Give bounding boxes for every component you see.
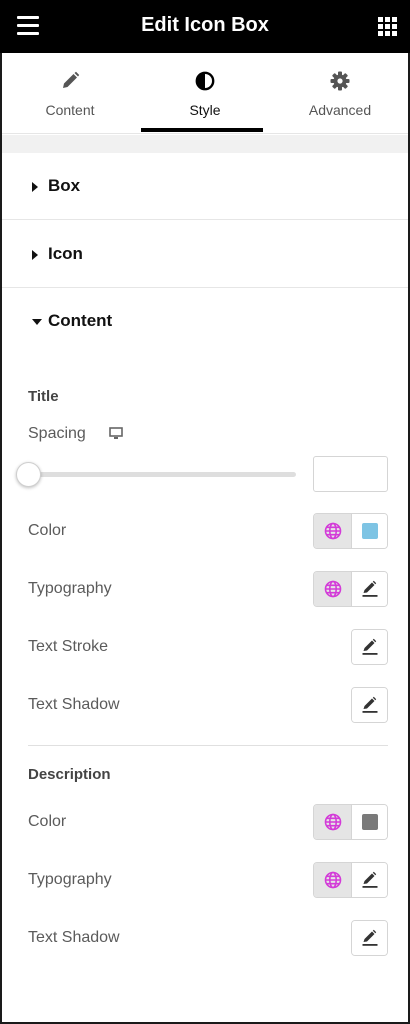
section-box[interactable]: Box <box>2 154 408 220</box>
spacing-slider-handle[interactable] <box>16 462 41 487</box>
description-group-heading: Description <box>28 766 111 783</box>
title-group-heading: Title <box>28 388 59 405</box>
edit-typography-button[interactable] <box>351 863 387 897</box>
global-colors-button[interactable] <box>314 514 351 548</box>
panel-title: Edit Icon Box <box>141 14 269 36</box>
contrast-icon <box>195 71 215 91</box>
tab-style[interactable]: Style <box>137 53 273 134</box>
grid-icon[interactable] <box>378 17 397 36</box>
description-color-picker[interactable] <box>351 805 387 839</box>
tab-label: Content <box>45 102 95 118</box>
title-color-label: Color <box>28 522 67 539</box>
edit-text-shadow-button[interactable] <box>352 688 387 722</box>
pencil-icon <box>63 71 80 88</box>
tab-label: Advanced <box>308 102 372 118</box>
globe-icon <box>324 871 341 889</box>
section-title: Content <box>48 311 113 330</box>
tab-content[interactable]: Content <box>2 53 138 134</box>
title-color-control <box>313 513 388 549</box>
top-bar: Edit Icon Box <box>0 0 410 53</box>
description-color-control <box>313 804 388 840</box>
tab-bar: Content Style Advanced <box>2 53 408 134</box>
group-divider <box>28 745 388 746</box>
description-typography-label: Typography <box>28 871 112 888</box>
pencil-icon <box>362 929 377 946</box>
edit-text-shadow-button[interactable] <box>352 921 387 955</box>
title-typography-label: Typography <box>28 580 112 597</box>
caret-right-icon <box>32 250 38 260</box>
spacing-input[interactable] <box>313 456 388 492</box>
global-typography-button[interactable] <box>314 572 351 606</box>
description-text-shadow-label: Text Shadow <box>28 929 120 946</box>
text-stroke-label: Text Stroke <box>28 638 109 655</box>
description-typography-control <box>313 862 388 898</box>
edit-typography-button[interactable] <box>351 572 387 606</box>
title-typography-control <box>313 571 388 607</box>
spacing-slider-track[interactable] <box>28 472 296 477</box>
globe-icon <box>324 522 341 540</box>
pencil-icon <box>362 871 377 888</box>
active-tab-indicator <box>141 128 263 132</box>
description-color-label: Color <box>28 813 67 830</box>
section-title: Icon <box>48 244 83 263</box>
section-content[interactable]: Content <box>2 289 408 355</box>
caret-down-icon <box>32 319 42 325</box>
tab-label: Style <box>189 102 221 118</box>
description-text-shadow-control <box>351 920 388 956</box>
pencil-icon <box>362 580 377 597</box>
global-colors-button[interactable] <box>314 805 351 839</box>
text-shadow-control <box>351 687 388 723</box>
tab-separator <box>2 135 408 153</box>
desktop-icon[interactable] <box>109 427 123 440</box>
text-shadow-label: Text Shadow <box>28 696 120 713</box>
globe-icon <box>324 580 341 598</box>
pencil-icon <box>362 696 377 713</box>
color-swatch <box>361 814 378 830</box>
caret-right-icon <box>32 182 38 192</box>
section-title: Box <box>48 176 81 195</box>
color-swatch <box>361 523 378 539</box>
global-typography-button[interactable] <box>314 863 351 897</box>
spacing-label: Spacing <box>28 425 86 442</box>
editor-panel: Content Style Advanced Box Icon Content … <box>2 53 408 1022</box>
globe-icon <box>324 813 341 831</box>
section-icon[interactable]: Icon <box>2 222 408 288</box>
gear-icon <box>330 71 350 91</box>
pencil-icon <box>362 638 377 655</box>
tab-advanced[interactable]: Advanced <box>272 53 408 134</box>
edit-text-stroke-button[interactable] <box>352 630 387 664</box>
text-stroke-control <box>351 629 388 665</box>
title-color-picker[interactable] <box>351 514 387 548</box>
